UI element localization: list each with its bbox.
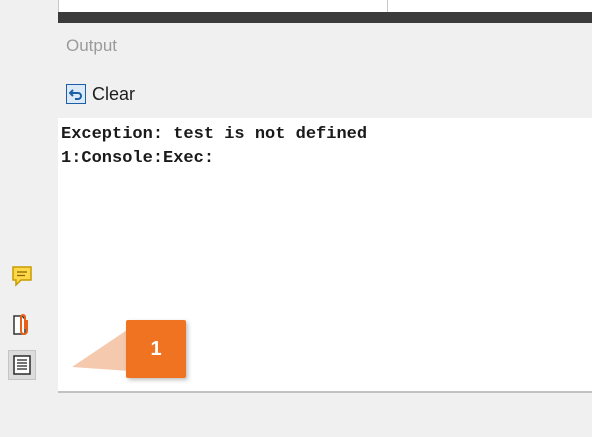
panel-splitter-bar[interactable] [58,12,592,23]
comment-icon[interactable] [10,264,34,288]
attachment-icon[interactable] [10,311,34,335]
output-log-button[interactable] [8,350,36,380]
top-panel-divider [387,0,388,12]
console-line: Exception: test is not defined [61,125,368,144]
callout-badge: 1 [126,320,186,378]
top-panel-strip [58,0,592,12]
output-panel-title: Output [66,36,118,55]
callout-number: 1 [150,337,162,360]
clear-button[interactable]: Clear [66,81,135,107]
output-log-icon [13,355,31,375]
undo-icon [66,84,86,104]
clear-button-label: Clear [92,83,136,104]
console-line: 1:Console:Exec: [61,149,215,168]
